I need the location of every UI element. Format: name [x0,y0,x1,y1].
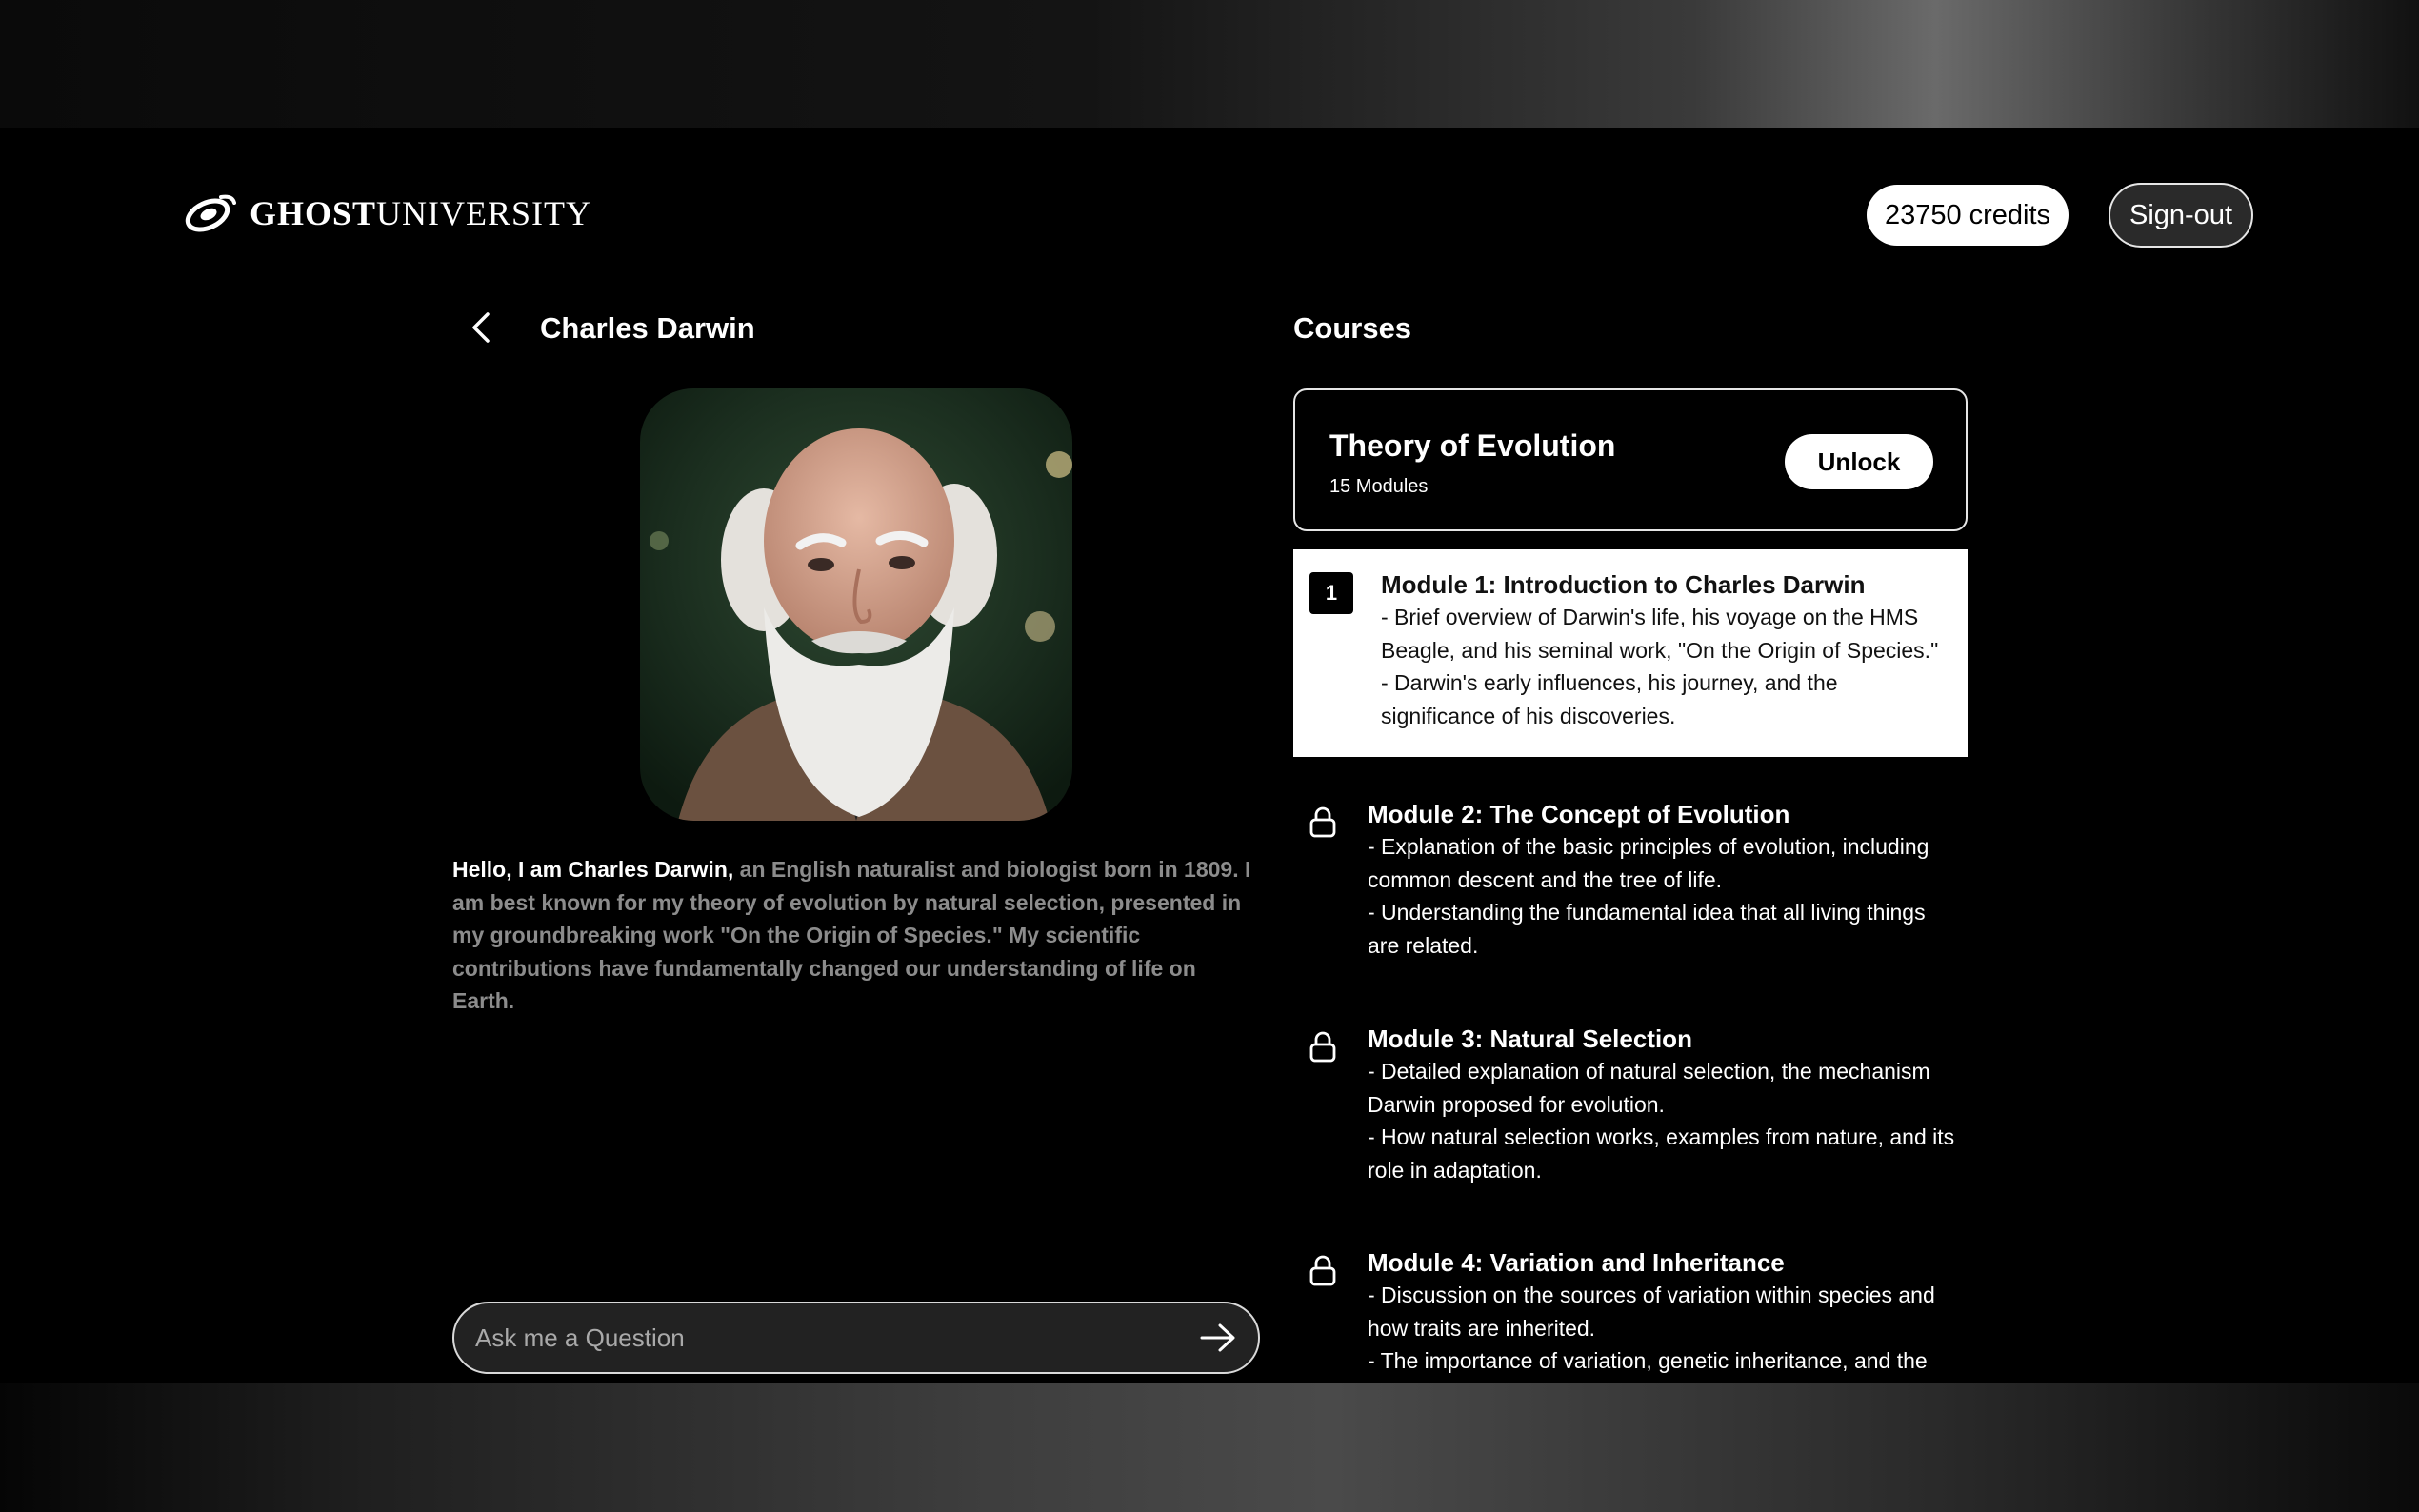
module-item-1[interactable]: 1 Module 1: Introduction to Charles Darw… [1293,549,1968,757]
back-button[interactable] [465,308,497,347]
module-description-2: - Darwin's early influences, his journey… [1381,670,1838,728]
sign-out-button[interactable]: Sign-out [2109,183,2253,248]
person-name: Charles Darwin [540,311,755,345]
module-title: Module 2: The Concept of Evolution [1368,800,1790,828]
course-title: Theory of Evolution [1329,428,1616,463]
portrait-image [640,388,1072,821]
course-card[interactable]: Theory of Evolution 15 Modules Unlock [1293,388,1968,531]
module-description-1: - Explanation of the basic principles of… [1368,834,1929,892]
logo[interactable]: GHOSTUNIVERSITY [183,190,591,236]
courses-heading: Courses [1293,311,1412,345]
unlock-button[interactable]: Unlock [1785,434,1933,489]
module-item-3[interactable]: Module 3: Natural Selection - Detailed e… [1293,1017,1968,1226]
ghost-swirl-logo-icon [185,194,236,232]
lock-icon [1309,806,1336,838]
module-title: Module 4: Variation and Inheritance [1368,1248,1785,1277]
module-description-1: - Discussion on the sources of variation… [1368,1283,1935,1341]
logo-text: GHOSTUNIVERSITY [250,194,592,232]
module-description-2: - Understanding the fundamental idea tha… [1368,900,1926,958]
module-title: Module 3: Natural Selection [1368,1025,1692,1053]
bio-intro: Hello, I am Charles Darwin, [452,857,734,882]
ask-question-bar [452,1302,1260,1374]
top-backdrop [0,0,2419,128]
module-description-2: - How natural selection works, examples … [1368,1124,1955,1183]
course-modules-count: 15 Modules [1329,476,1429,497]
arrow-right-icon[interactable] [1199,1322,1237,1354]
module-item-4[interactable]: Module 4: Variation and Inheritance - Di… [1293,1241,1968,1383]
module-item-2[interactable]: Module 2: The Concept of Evolution - Exp… [1293,792,1968,1002]
ask-question-input[interactable] [475,1323,1199,1353]
credits-button[interactable]: 23750 credits [1867,185,2069,246]
lock-icon [1309,1255,1336,1286]
bio-text: Hello, I am Charles Darwin, an English n… [452,853,1252,1018]
module-title: Module 1: Introduction to Charles Darwin [1381,570,1866,599]
app-window: GHOSTUNIVERSITY 23750 credits Sign-out C… [0,128,2419,1383]
module-number-badge: 1 [1309,572,1353,614]
chevron-left-icon [472,312,490,343]
module-description-1: - Detailed explanation of natural select… [1368,1059,1930,1117]
lock-icon [1309,1031,1336,1063]
bottom-backdrop [0,1383,2419,1512]
module-description-2: - The importance of variation, genetic i… [1368,1348,1928,1373]
module-description-1: - Brief overview of Darwin's life, his v… [1381,605,1939,663]
